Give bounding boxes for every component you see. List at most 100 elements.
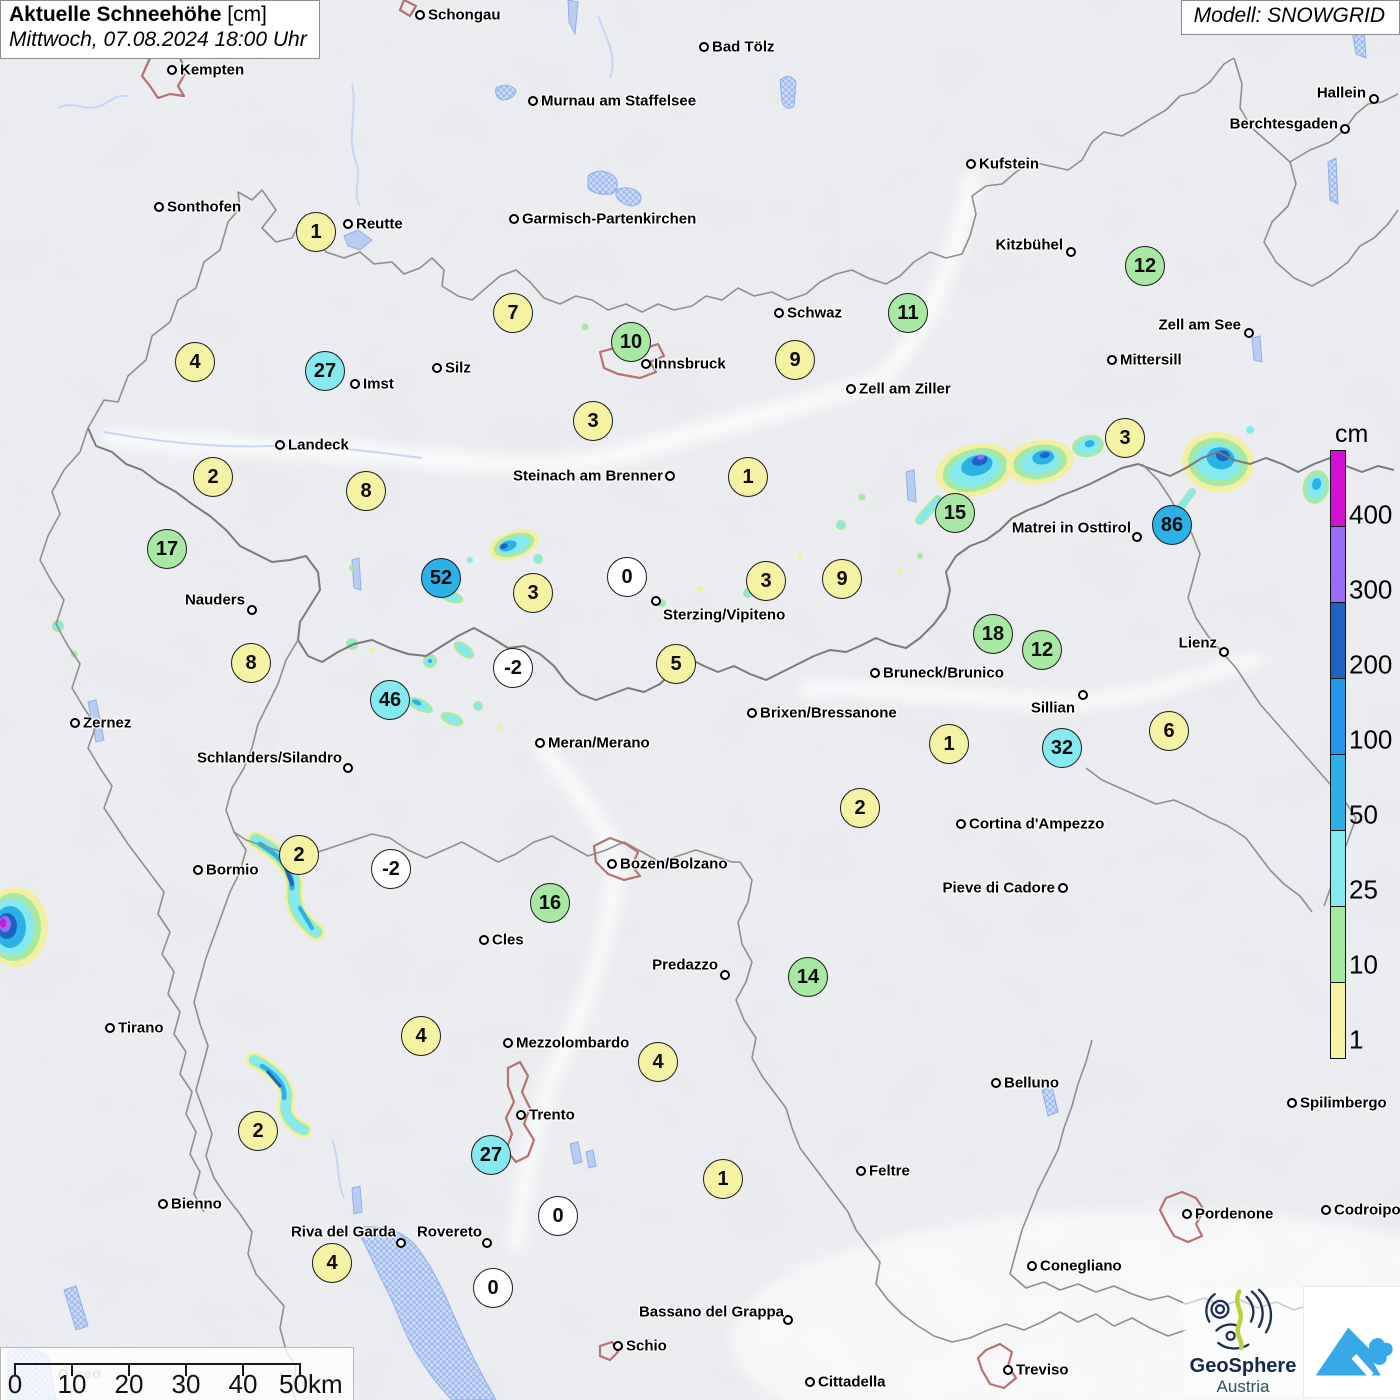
station-value-circle: 4 [312,1243,352,1283]
station-value-circle: 0 [607,557,647,597]
city-marker-icon [747,708,757,718]
station-value-circle: 86 [1152,505,1192,545]
station-value-circle: 27 [305,351,345,391]
city-label: Cortina d'Ampezzo [969,815,1105,833]
city-marker-icon [1058,883,1068,893]
station-value-circle: 27 [471,1135,511,1175]
legend-tick-label: 100 [1349,724,1393,755]
city-label: Predazzo [652,956,718,974]
city-label: Pieve di Cadore [942,879,1055,897]
city-marker-icon [528,96,538,106]
station-value-circle: 12 [1022,630,1062,670]
station-value-circle: 52 [421,558,461,598]
legend-bar [1330,450,1346,1059]
station-value-circle: 9 [775,340,815,380]
city-marker-icon [1287,1098,1297,1108]
city-marker-icon [613,1341,623,1351]
city-marker-icon [1219,647,1229,657]
city-marker-icon [1107,355,1117,365]
city-marker-icon [70,718,80,728]
city-marker-icon [966,159,976,169]
city-label: Bruneck/Brunico [883,664,1004,682]
station-value-circle: 14 [788,957,828,997]
city-label: Trento [529,1106,575,1124]
city-label: Imst [363,375,394,393]
city-marker-icon [158,1199,168,1209]
geosphere-name: GeoSphere [1189,1355,1297,1377]
page-title: Aktuelle Schneehöhe [cm] [9,3,267,26]
city-label: Kitzbühel [995,236,1064,254]
legend-tick-label: 200 [1349,649,1393,680]
city-marker-icon [641,359,651,369]
station-value-circle: 4 [175,342,215,382]
title-box: Aktuelle Schneehöhe [cm] Mittwoch, 07.08… [0,0,320,59]
city-marker-icon [343,219,353,229]
geosphere-fingerprint-icon [1205,1288,1273,1351]
city-label: Kufstein [979,155,1039,173]
scalebar-label: 20 [114,1369,144,1399]
city-marker-icon [720,970,730,980]
city-marker-icon [774,308,784,318]
city-label: Bozen/Bolzano [620,855,728,873]
legend-color-block [1331,906,1345,982]
city-marker-icon [105,1023,115,1033]
city-marker-icon [991,1078,1001,1088]
scalebar-label: 30 [171,1369,201,1399]
city-label: Steinach am Brenner [512,467,663,485]
city-marker-icon [699,42,709,52]
city-label: Bormio [206,861,259,879]
city-label: Zell am Ziller [859,380,951,398]
station-value-circle: 17 [147,529,187,569]
city-label: Schio [626,1337,667,1355]
city-label: Cittadella [818,1373,886,1391]
city-marker-icon [415,10,425,20]
city-label: Hallein [1316,84,1366,102]
city-label: Rovereto [416,1223,482,1241]
model-label: Modell: SNOWGRID [1180,0,1400,35]
city-label: Reutte [356,215,403,233]
scalebar-label: 0 [7,1369,23,1399]
station-value-circle: 0 [538,1196,578,1236]
scalebar: 0 10 20 30 40 50km [0,1347,354,1400]
city-marker-icon [343,763,353,773]
station-value-circle: 3 [746,561,786,601]
legend-color-block [1331,678,1345,754]
city-marker-icon [479,935,489,945]
station-value-circle: 8 [231,643,271,683]
city-label: Mittersill [1120,351,1182,369]
station-value-circle: 3 [513,573,553,613]
station-value-circle: 3 [573,401,613,441]
geosphere-logo: GeoSphere Austria [1183,1288,1303,1396]
station-value-circle: -2 [493,648,533,688]
city-marker-icon [856,1166,866,1176]
city-marker-icon [1003,1365,1013,1375]
city-marker-icon [350,379,360,389]
city-label: Codroipo [1334,1201,1400,1219]
city-label: Lienz [1178,634,1217,652]
legend-tick-label: 10 [1349,949,1378,980]
station-value-circle: 32 [1042,728,1082,768]
station-value-circle: 46 [370,680,410,720]
city-label: Garmisch-Partenkirchen [522,210,697,228]
station-value-circle: 9 [822,559,862,599]
city-marker-icon [870,668,880,678]
city-marker-icon [956,819,966,829]
city-marker-icon [1369,94,1379,104]
legend-color-block [1331,451,1345,526]
station-value-circle: 11 [888,293,928,333]
geosphere-country: Austria [1216,1377,1270,1396]
city-marker-icon [1244,328,1254,338]
city-marker-icon [535,738,545,748]
scalebar-label: 10 [57,1369,87,1399]
scalebar-line [15,1363,301,1365]
city-marker-icon [651,596,661,606]
station-value-circle: 2 [193,457,233,497]
city-marker-icon [1132,532,1142,542]
city-marker-icon [783,1315,793,1325]
city-label: Nauders [184,591,245,609]
city-marker-icon [503,1038,513,1048]
city-label: Bad Tölz [712,38,775,56]
legend-tick-label: 300 [1349,574,1393,605]
city-label: Zernez [83,714,132,732]
city-marker-icon [1340,124,1350,134]
